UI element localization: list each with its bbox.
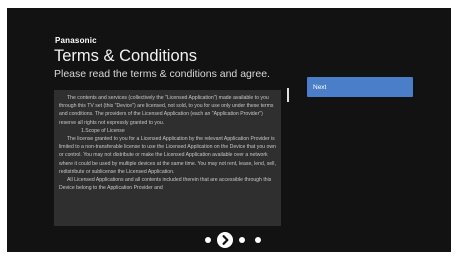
terms-paragraph: The license granted to you for a License… xyxy=(59,136,276,175)
terms-section-heading: 1.Scope of License xyxy=(81,127,125,134)
next-button[interactable]: Next xyxy=(307,77,413,97)
page-dot xyxy=(239,237,245,243)
terms-paragraph: The contents and services (collectively … xyxy=(59,95,274,126)
page-subtitle: Please read the terms & conditions and a… xyxy=(54,68,270,80)
terms-text-box[interactable]: The contents and services (collectively … xyxy=(54,90,281,226)
page-dot xyxy=(205,237,211,243)
terms-fade-overlay xyxy=(54,206,281,226)
terms-content: The contents and services (collectively … xyxy=(59,94,276,192)
chevron-right-icon[interactable] xyxy=(217,232,233,248)
brand-logo: Panasonic xyxy=(55,36,97,45)
page-dot xyxy=(255,237,261,243)
scrollbar-thumb[interactable] xyxy=(287,88,289,102)
terms-paragraph: All Licensed Applications and all conten… xyxy=(59,177,272,192)
page-title: Terms & Conditions xyxy=(54,47,198,65)
tv-screen: Panasonic Terms & Conditions Please read… xyxy=(7,8,451,252)
page-indicator xyxy=(203,232,263,248)
